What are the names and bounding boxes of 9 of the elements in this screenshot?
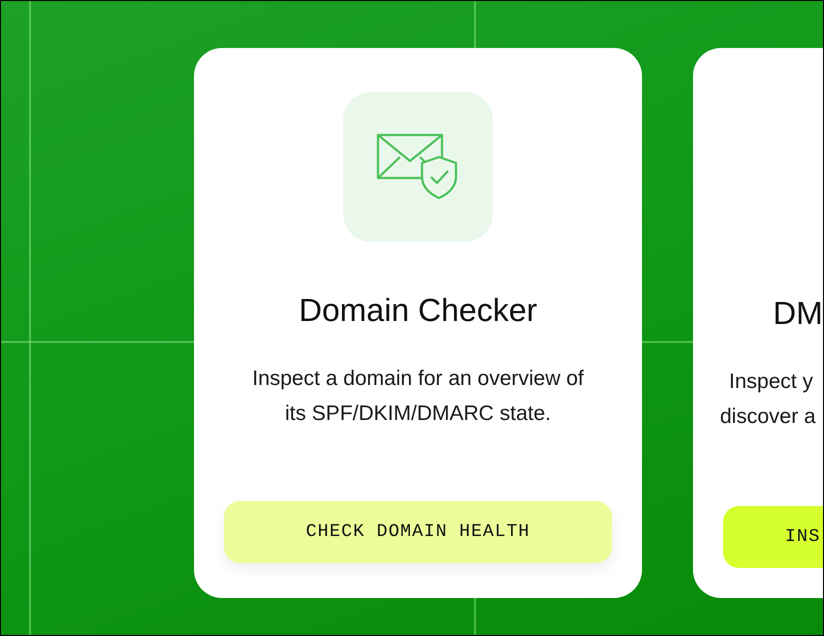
card-description: Inspect a domain for an overview of <box>252 366 584 392</box>
card-description: its SPF/DKIM/DMARC state. <box>284 401 552 427</box>
mail-shield-icon <box>376 133 460 201</box>
card-title: Domain Checker <box>298 292 538 329</box>
action-button[interactable]: CHECK DOMAIN HEALTH <box>224 501 612 563</box>
card-title: DM <box>773 295 823 332</box>
card-description: Inspect y <box>729 369 814 395</box>
card-description: discover a <box>720 404 816 430</box>
action-button[interactable]: INS <box>723 506 823 568</box>
